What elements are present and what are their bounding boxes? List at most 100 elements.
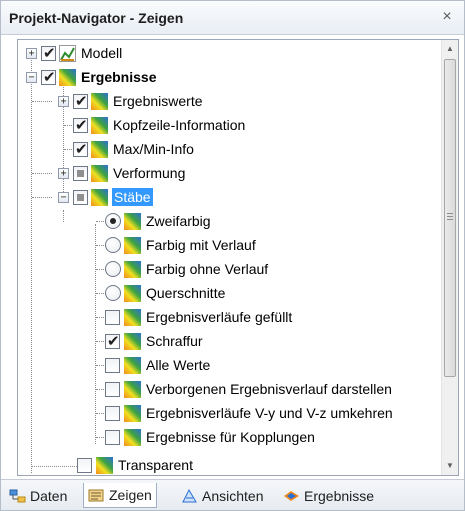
tree-item-modell[interactable]: + ✔ Modell (18, 41, 442, 65)
zweifarbig-radio[interactable] (105, 213, 121, 229)
tree-item-label: Ergebnisverläufe V-y und V-z umkehren (146, 405, 393, 421)
umkehren-checkbox[interactable] (105, 406, 120, 421)
alle-werte-checkbox[interactable] (105, 358, 120, 373)
tree-item-label: Ergebnisse für Kopplungen (146, 429, 315, 445)
kopplungen-checkbox[interactable] (105, 430, 120, 445)
display-icon (88, 489, 104, 502)
results-color-icon (124, 237, 141, 254)
verformung-checkbox[interactable] (73, 166, 88, 181)
tree-item-label: Ergebnisverläufe gefüllt (146, 309, 293, 325)
tree-item-label: Farbig mit Verlauf (146, 237, 256, 253)
scroll-down-icon[interactable]: ▼ (442, 457, 458, 474)
kopfzeile-checkbox[interactable]: ✔ (73, 116, 88, 134)
transparent-checkbox[interactable] (77, 458, 92, 473)
results-color-icon (124, 309, 141, 326)
tree-item-maxmin[interactable]: ✔ Max/Min-Info (18, 137, 442, 161)
project-navigator-panel: Projekt-Navigator - Zeigen × + ✔ Modell (0, 0, 465, 511)
results-color-icon (91, 117, 108, 134)
tree-item-label: Ergebniswerte (113, 93, 203, 109)
tree-item-umkehren[interactable]: Ergebnisverläufe V-y und V-z umkehren (18, 401, 442, 425)
tab-label: Zeigen (109, 487, 152, 503)
tree-item-label: Verborgenen Ergebnisverlauf darstellen (146, 381, 392, 397)
tab-ansichten[interactable]: Ansichten (177, 483, 267, 508)
tab-label: Ansichten (202, 487, 264, 504)
tree-item-zweifarbig[interactable]: Zweifarbig (18, 209, 442, 233)
data-tree-icon (9, 489, 26, 502)
tab-label: Ergebnisse (304, 487, 375, 504)
maxmin-checkbox[interactable]: ✔ (73, 140, 88, 158)
title-bar: Projekt-Navigator - Zeigen × (1, 1, 464, 35)
tree-item-verlaeufe-gefuellt[interactable]: Ergebnisverläufe gefüllt (18, 305, 442, 329)
tree-item-kopfzeile[interactable]: ✔ Kopfzeile-Information (18, 113, 442, 137)
tree-item-schraffur[interactable]: ✔ Schraffur (18, 329, 442, 353)
querschnitte-radio[interactable] (105, 285, 121, 301)
results-color-icon (91, 189, 108, 206)
tree-item-staebe[interactable]: − Stäbe (18, 185, 442, 209)
tree-item-farbig-ohne-verlauf[interactable]: Farbig ohne Verlauf (18, 257, 442, 281)
ergebniswerte-checkbox[interactable]: ✔ (73, 92, 88, 110)
tree-item-label: Alle Werte (146, 357, 211, 373)
tree-item-verborgenen[interactable]: Verborgenen Ergebnisverlauf darstellen (18, 377, 442, 401)
expand-icon[interactable]: + (26, 48, 37, 59)
navigator-tab-bar: Daten Zeigen Ansichten Ergebnisse (1, 479, 464, 510)
results-color-icon (124, 357, 141, 374)
display-tree: + ✔ Modell − ✔ Ergebnisse + ✔ Ergebniswe… (18, 40, 442, 475)
results-color-icon (124, 405, 141, 422)
ergebnisse-checkbox[interactable]: ✔ (41, 68, 56, 86)
results-color-icon (124, 213, 141, 230)
tree-item-transparent[interactable]: Transparent (18, 449, 442, 474)
schraffur-checkbox[interactable]: ✔ (105, 332, 120, 350)
tree-item-querschnitte[interactable]: Querschnitte (18, 281, 442, 305)
farbig-mit-verlauf-radio[interactable] (105, 237, 121, 253)
tree-item-alle-werte[interactable]: Alle Werte (18, 353, 442, 377)
tree-item-ergebniswerte[interactable]: + ✔ Ergebniswerte (18, 89, 442, 113)
results-color-icon (96, 457, 113, 474)
verlaeufe-gefuellt-checkbox[interactable] (105, 310, 120, 325)
tree-item-kopplungen[interactable]: Ergebnisse für Kopplungen (18, 425, 442, 449)
views-icon (182, 488, 197, 502)
tree-item-label: Zweifarbig (146, 213, 211, 229)
collapse-icon[interactable]: − (58, 192, 69, 203)
results-color-icon (91, 165, 108, 182)
vertical-scrollbar[interactable]: ▲ ▼ (441, 40, 458, 475)
tree-item-label: Schraffur (146, 333, 203, 349)
results-color-icon (59, 69, 76, 86)
modell-checkbox[interactable]: ✔ (41, 44, 56, 62)
results-color-icon (124, 381, 141, 398)
tree-item-label: Max/Min-Info (113, 141, 194, 157)
results-color-icon (124, 333, 141, 350)
tree-item-verformung[interactable]: + Verformung (18, 161, 442, 185)
tab-zeigen[interactable]: Zeigen (83, 483, 157, 508)
results-color-icon (124, 429, 141, 446)
verborgenen-checkbox[interactable] (105, 382, 120, 397)
results-color-icon (91, 141, 108, 158)
tree-item-label: Modell (81, 45, 123, 61)
close-icon[interactable]: × (438, 7, 456, 27)
farbig-ohne-verlauf-radio[interactable] (105, 261, 121, 277)
results-icon (284, 490, 299, 501)
tree-item-label: Verformung (113, 165, 186, 181)
tree-item-ergebnisse[interactable]: − ✔ Ergebnisse (18, 65, 442, 89)
tree-item-label: Farbig ohne Verlauf (146, 261, 269, 277)
results-color-icon (124, 261, 141, 278)
tab-label: Daten (30, 487, 68, 504)
panel-title: Projekt-Navigator - Zeigen (9, 10, 184, 26)
tree-item-label: Stäbe (112, 188, 153, 206)
scroll-up-icon[interactable]: ▲ (442, 40, 458, 57)
tab-ergebnisse[interactable]: Ergebnisse (279, 483, 378, 508)
tree-item-label: Ergebnisse (81, 69, 157, 85)
staebe-checkbox[interactable] (73, 190, 88, 205)
expand-icon[interactable]: + (58, 96, 69, 107)
tree-item-label: Querschnitte (146, 285, 226, 301)
results-color-icon (91, 93, 108, 110)
results-color-icon (124, 285, 141, 302)
tree-item-label: Kopfzeile-Information (113, 117, 246, 133)
tree-item-farbig-mit-verlauf[interactable]: Farbig mit Verlauf (18, 233, 442, 257)
scrollbar-thumb[interactable] (444, 59, 456, 377)
tree-item-label: Transparent (118, 457, 193, 473)
navigator-tree-area: + ✔ Modell − ✔ Ergebnisse + ✔ Ergebniswe… (17, 39, 459, 476)
expand-icon[interactable]: + (58, 168, 69, 179)
tab-daten[interactable]: Daten (5, 483, 71, 508)
model-structure-icon (59, 45, 76, 62)
collapse-icon[interactable]: − (26, 72, 37, 83)
